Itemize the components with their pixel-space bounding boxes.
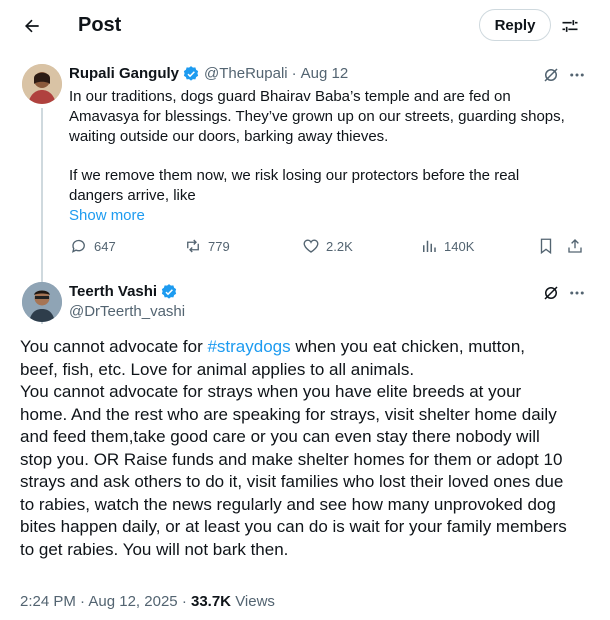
author-row: Rupali Ganguly @TheRupali · Aug 12 — [69, 64, 348, 84]
author-handle[interactable]: @TheRupali — [204, 64, 288, 84]
separator: · — [291, 65, 297, 82]
text-segment: when you eat chicken, mutton, — [290, 337, 525, 356]
repost-action[interactable]: 779 — [184, 237, 230, 255]
grok-icon — [544, 68, 558, 82]
show-more-link[interactable]: Show more — [69, 206, 145, 226]
post-date[interactable]: Aug 12 — [301, 64, 349, 84]
views-label: Views — [235, 593, 275, 610]
repost-count: 779 — [208, 238, 230, 254]
separator: · — [181, 593, 187, 610]
like-action[interactable]: 2.2K — [302, 237, 353, 255]
share-icon — [568, 239, 582, 253]
reply-text-line: strays and ask others to do it, visit fa… — [20, 472, 564, 491]
reply-text-line: You cannot advocate for #straydogs when … — [20, 336, 592, 359]
verified-badge-icon — [182, 65, 200, 83]
separator: · — [80, 593, 86, 610]
post-text-line: If we remove them now, we risk losing ou… — [69, 167, 520, 184]
reply-text-line: and feed them,take good care or you can … — [20, 427, 540, 446]
verified-badge-icon — [160, 283, 178, 301]
top-bar: Post Reply — [0, 0, 610, 50]
reply-text-line: You cannot advocate for strays when you … — [20, 382, 522, 401]
views-action[interactable]: 140K — [420, 237, 474, 255]
author-handle[interactable]: @DrTeerth_vashi — [69, 302, 185, 322]
reply-text-line: home. And the rest who are speaking for … — [20, 404, 557, 424]
post-text-line: Amavasya for blessings. They’ve grown up… — [69, 108, 565, 125]
reply-text-line: to get rabies. You will not bark then. — [20, 539, 289, 559]
grok-button[interactable] — [540, 282, 562, 304]
bookmark-action[interactable] — [537, 237, 561, 255]
author-name[interactable]: Teerth Vashi — [69, 282, 157, 302]
text-segment: You cannot advocate for — [20, 337, 208, 356]
comment-icon — [71, 239, 85, 253]
back-button[interactable] — [18, 12, 46, 40]
post-meta: 2:24 PM · Aug 12, 2025 · 33.7K Views — [20, 592, 275, 612]
avatar[interactable] — [22, 64, 62, 104]
more-dots-icon — [570, 73, 584, 77]
author-name[interactable]: Rupali Ganguly — [69, 64, 179, 84]
analytics-icon — [423, 240, 436, 252]
reply-action[interactable]: 647 — [70, 237, 116, 255]
author-row: Teerth Vashi — [69, 282, 182, 302]
post-full-date[interactable]: Aug 12, 2025 — [88, 593, 177, 610]
bookmark-icon — [540, 238, 552, 255]
sliders-icon — [562, 20, 578, 32]
share-action[interactable] — [566, 237, 590, 255]
post-text-line: In our traditions, dogs guard Bhairav Ba… — [69, 88, 511, 105]
repost-icon — [187, 239, 199, 253]
reply-body: You cannot advocate for #straydogs when … — [20, 336, 592, 561]
reply-text-line: to rabies, watch the news regularly and … — [20, 494, 556, 514]
reply-text-line: bites happen daily, or at least you can … — [20, 517, 567, 536]
like-count: 2.2K — [326, 238, 353, 254]
more-button[interactable] — [566, 64, 588, 86]
hashtag-link[interactable]: #straydogs — [207, 337, 290, 356]
grok-icon — [544, 286, 558, 300]
page-title: Post — [78, 14, 122, 36]
post-actions: 647 779 2.2K 140K — [66, 237, 596, 261]
view-count: 140K — [444, 238, 475, 254]
reply-text-line: beef, fish, etc. Love for animal applies… — [20, 359, 415, 379]
more-dots-icon — [570, 291, 584, 295]
arrow-left-icon — [25, 19, 39, 33]
reply-count: 647 — [94, 238, 116, 254]
reply-text-line: stop you. OR Raise funds and make shelte… — [20, 449, 563, 469]
post-time[interactable]: 2:24 PM — [20, 593, 76, 610]
filter-button[interactable] — [556, 12, 584, 40]
view-count: 33.7K — [190, 593, 232, 610]
grok-button[interactable] — [540, 64, 562, 86]
heart-icon — [303, 239, 319, 253]
reply-button[interactable]: Reply — [479, 9, 551, 41]
avatar[interactable] — [22, 282, 62, 322]
more-button[interactable] — [566, 282, 588, 304]
post-text-line: dangers arrive, like — [69, 187, 196, 204]
post-text-line: waiting outside our doors, barking away … — [69, 128, 389, 145]
